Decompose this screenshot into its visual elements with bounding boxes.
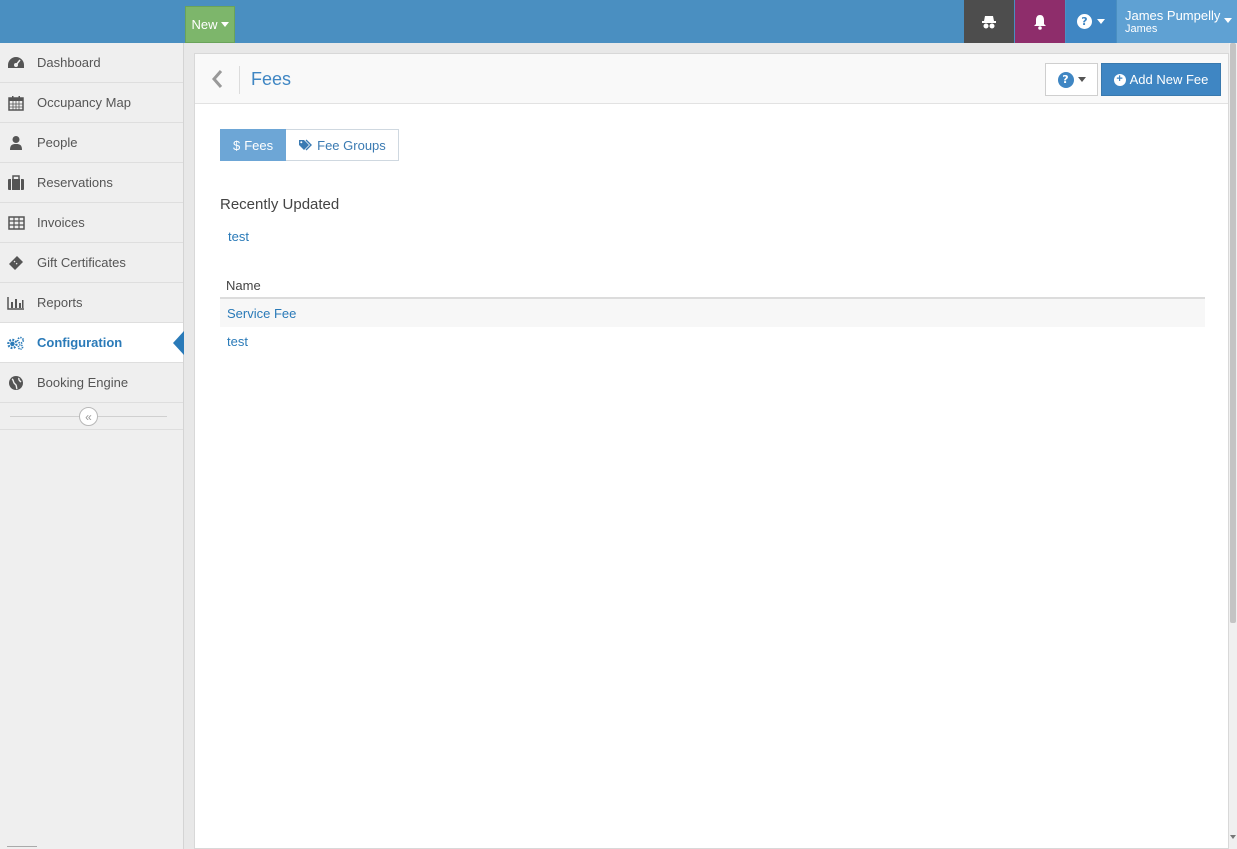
sidebar-item-label: Gift Certificates xyxy=(37,255,126,270)
table-row: test xyxy=(220,327,1205,355)
briefcase-icon xyxy=(7,174,25,192)
sidebar-item-label: Reservations xyxy=(37,175,113,190)
tab-label: Fee Groups xyxy=(317,137,386,153)
sidebar-item-reports[interactable]: Reports xyxy=(0,283,183,323)
caret-down-icon xyxy=(220,22,229,27)
double-chevron-left-icon: « xyxy=(85,409,92,424)
sidebar-item-label: Invoices xyxy=(37,215,85,230)
chevron-left-icon xyxy=(212,70,223,88)
scroll-down-arrow-icon[interactable] xyxy=(1230,835,1236,839)
page-scrollbar[interactable] xyxy=(1229,43,1237,849)
sidebar-item-label: Booking Engine xyxy=(37,375,129,390)
bar-chart-icon xyxy=(7,294,25,312)
tab-fees[interactable]: $ Fees xyxy=(220,129,287,161)
help-menu-button[interactable]: ? xyxy=(1066,0,1116,43)
sidebar-item-dashboard[interactable]: Dashboard xyxy=(0,43,183,83)
dollar-icon: $ xyxy=(233,137,241,153)
sidebar-item-label: Configuration xyxy=(37,335,123,350)
sidebar-item-gift-certificates[interactable]: Gift Certificates xyxy=(0,243,183,283)
user-menu[interactable]: James Pumpelly James xyxy=(1117,0,1237,43)
user-name: James Pumpelly xyxy=(1125,7,1221,23)
sidebar-item-booking-engine[interactable]: Booking Engine xyxy=(0,363,183,403)
sidebar-item-label: Reports xyxy=(37,295,83,310)
question-circle-icon: ? xyxy=(1057,71,1074,88)
user-subtitle: James xyxy=(1125,22,1158,35)
sidebar-item-label: Occupancy Map xyxy=(37,95,131,110)
add-new-fee-button[interactable]: + Add New Fee xyxy=(1101,63,1221,96)
page-help-dropdown[interactable]: ? xyxy=(1045,63,1098,96)
bell-icon xyxy=(1034,14,1046,30)
sidebar-item-configuration[interactable]: Configuration xyxy=(0,323,184,363)
table-icon xyxy=(7,214,25,232)
ticket-icon xyxy=(7,254,25,272)
fee-link[interactable]: test xyxy=(227,334,248,349)
sidebar-item-reservations[interactable]: Reservations xyxy=(0,163,183,203)
calendar-icon xyxy=(7,94,25,112)
sidebar-collapse-row: « xyxy=(0,403,183,430)
add-new-fee-label: Add New Fee xyxy=(1129,72,1209,87)
tab-fee-groups[interactable]: Fee Groups xyxy=(286,129,399,161)
caret-down-icon xyxy=(1097,19,1105,24)
sidebar-item-people[interactable]: People xyxy=(0,123,183,163)
sidebar-item-occupancy-map[interactable]: Occupancy Map xyxy=(0,83,183,123)
gears-icon xyxy=(7,334,25,352)
back-button[interactable] xyxy=(208,68,228,90)
question-circle-icon: ? xyxy=(1077,14,1092,29)
notifications-button[interactable] xyxy=(1015,0,1065,43)
fees-table: Name Service Fee test xyxy=(220,273,1205,355)
person-icon xyxy=(7,134,25,152)
page-title: Fees xyxy=(251,69,292,89)
recently-updated-title: Recently Updated xyxy=(220,196,340,213)
column-header-name: Name xyxy=(220,273,1205,299)
table-row: Service Fee xyxy=(220,299,1205,327)
sidebar-item-label: Dashboard xyxy=(37,55,101,70)
incognito-icon xyxy=(982,15,996,28)
sidebar-item-invoices[interactable]: Invoices xyxy=(0,203,183,243)
new-button[interactable]: New xyxy=(185,6,235,43)
plus-circle-icon: + xyxy=(1113,73,1126,86)
incognito-button[interactable] xyxy=(964,0,1014,43)
fee-tabs: $ Fees Fee Groups xyxy=(220,129,399,161)
fee-link[interactable]: Service Fee xyxy=(227,306,296,321)
tab-label: Fees xyxy=(244,137,274,153)
caret-down-icon xyxy=(1224,18,1232,23)
dashboard-icon xyxy=(7,54,25,72)
tags-icon xyxy=(298,139,313,151)
recent-fee-link[interactable]: test xyxy=(228,229,249,244)
sidebar-item-label: People xyxy=(37,135,78,150)
sidebar: Dashboard Occupancy Map People Reservati… xyxy=(0,43,184,849)
globe-icon xyxy=(7,374,25,392)
header-divider xyxy=(239,66,240,94)
scrollbar-thumb[interactable] xyxy=(1230,43,1236,623)
collapse-sidebar-button[interactable]: « xyxy=(79,407,98,426)
panel-header: Fees ? + Add New Fee xyxy=(195,54,1228,104)
caret-down-icon xyxy=(1077,77,1086,82)
main-panel: Fees ? + Add New Fee $ Fees Fee Groups R… xyxy=(194,53,1229,849)
new-button-label: New xyxy=(191,17,218,32)
